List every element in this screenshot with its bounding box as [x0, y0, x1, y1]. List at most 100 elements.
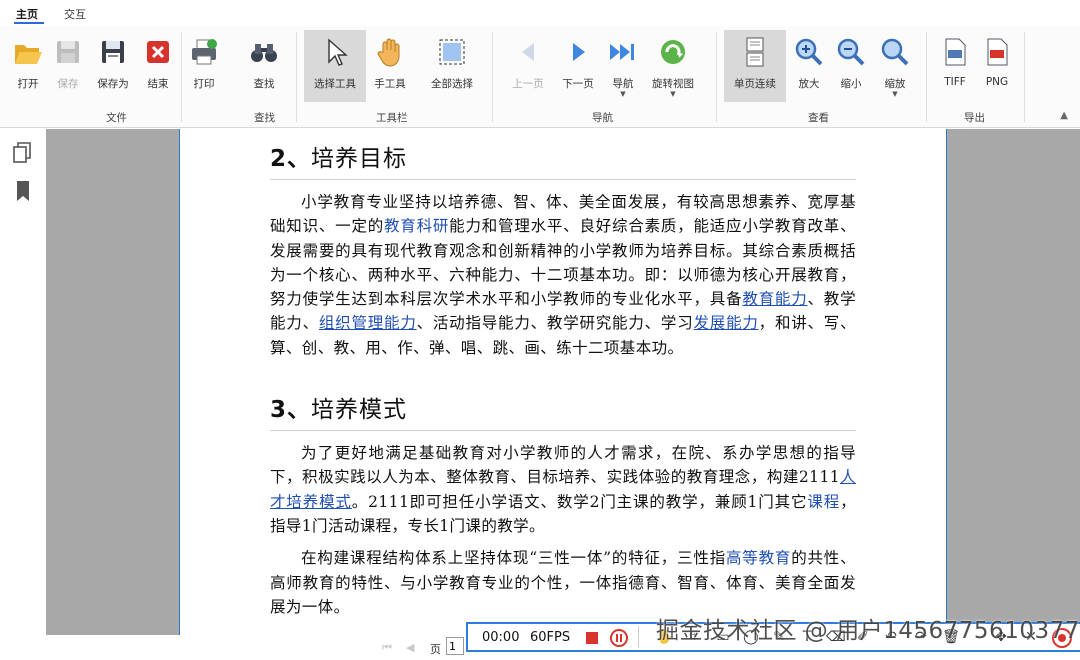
export-png-button[interactable]: PNG: [974, 30, 1020, 102]
dropdown-arrow-icon: ▼: [620, 90, 626, 98]
stop-recording-icon[interactable]: [586, 632, 598, 644]
active-tab-indicator: [14, 22, 44, 24]
ribbon-tabs: 主页 交互: [0, 0, 1080, 26]
group-label-file: 文件: [106, 112, 127, 124]
close-doc-label: 结束: [147, 78, 169, 90]
divider: [716, 32, 717, 122]
export-png-label: PNG: [985, 76, 1009, 88]
link-education-research[interactable]: 教育科研: [384, 217, 449, 235]
document-page: 2、培养目标 小学教育专业坚持以培养德、智、体、美全面发展，有较高思想素养、宽厚…: [179, 129, 947, 635]
zoom-button[interactable]: 缩放 ▼: [872, 30, 918, 102]
link-organization-management[interactable]: 组织管理能力: [319, 314, 417, 332]
heading-number: 3、: [270, 397, 312, 424]
page-number-input[interactable]: [446, 637, 464, 655]
binoculars-icon: [251, 44, 277, 62]
select-tool-label: 选择工具: [314, 78, 356, 90]
page-content: 2、培养目标 小学教育专业坚持以培养德、智、体、美全面发展，有较高思想素养、宽厚…: [270, 139, 856, 619]
close-icon: [147, 41, 169, 63]
group-label-find: 查找: [254, 112, 275, 124]
heading-text: 培养模式: [311, 397, 408, 424]
zoom-in-label: 放大: [798, 78, 820, 90]
tab-home[interactable]: 主页: [16, 6, 38, 22]
print-button[interactable]: 打印: [178, 30, 230, 102]
hand-tool-button[interactable]: 手工具: [364, 30, 416, 102]
paragraph-model: 为了更好地满足基础教育对小学教师的人才需求，在院、系办学思想的指导下，积极实践以…: [270, 441, 856, 538]
printer-icon: [192, 39, 217, 65]
link-education-ability[interactable]: 教育能力: [742, 290, 807, 308]
paragraph-goal: 小学教育专业坚持以培养德、智、体、美全面发展，有较高思想素养、宽厚基础知识、一定…: [270, 190, 856, 360]
pause-recording-icon[interactable]: [610, 629, 628, 647]
divider: [926, 32, 927, 122]
hand-icon: [377, 38, 400, 67]
document-viewport[interactable]: 2、培养目标 小学教育专业坚持以培养德、智、体、美全面发展，有较高思想素养、宽厚…: [46, 129, 1080, 635]
select-all-button[interactable]: 全部选择: [426, 30, 478, 102]
collapse-ribbon-chevron-icon[interactable]: ▲: [1060, 110, 1068, 121]
text-run: 、活动指导能力、教学研究能力、学习: [416, 314, 694, 333]
select-all-icon: [439, 39, 465, 65]
side-panel: [0, 129, 46, 660]
prev-page-button[interactable]: 上一页: [502, 30, 554, 102]
divider: [1024, 32, 1025, 122]
zoom-label: 缩放: [884, 78, 906, 90]
open-folder-icon: [15, 45, 42, 64]
single-page-continuous-button[interactable]: 单页连续: [724, 30, 786, 102]
text-run: 在构建课程结构体系上坚持体现“三性一体”的特征，三性指: [301, 549, 726, 568]
section-heading-3: 3、培养模式: [270, 390, 856, 432]
close-doc-button[interactable]: 结束: [132, 30, 184, 102]
first-page-icon[interactable]: ⏮: [382, 641, 392, 655]
zoom-out-button[interactable]: 缩小: [828, 30, 874, 102]
recording-time: 00:00: [482, 630, 520, 645]
png-file-icon: [987, 38, 1008, 66]
tiff-file-icon: [945, 38, 966, 66]
tab-interact[interactable]: 交互: [64, 6, 86, 22]
select-all-label: 全部选择: [431, 78, 473, 90]
navigate-button[interactable]: 导航 ▼: [597, 30, 649, 102]
link-development-ability[interactable]: 发展能力: [694, 314, 759, 332]
text-run: 为了更好地满足基础教育对小学教师的人才需求，在院、系办学思想的指导下，积极实践以…: [270, 444, 856, 487]
save-disk-icon: [57, 41, 79, 63]
save-as-disk-icon: [102, 41, 124, 63]
divider: [296, 32, 297, 122]
magnifier-icon: [881, 38, 909, 66]
pages-continuous-icon: [746, 37, 764, 67]
dropdown-arrow-icon: ▼: [670, 90, 676, 98]
print-label: 打印: [193, 78, 215, 90]
find-button[interactable]: 查找: [238, 30, 290, 102]
triangle-left-icon: [522, 43, 534, 61]
zoom-out-label: 缩小: [840, 78, 862, 90]
navigate-label: 导航: [612, 78, 634, 90]
single-page-continuous-label: 单页连续: [734, 78, 776, 90]
cursor-arrow-icon: [328, 38, 348, 66]
select-tool-button[interactable]: 选择工具: [304, 30, 366, 102]
paragraph-curriculum: 在构建课程结构体系上坚持体现“三性一体”的特征，三性指高等教育的共性、高师教育的…: [270, 546, 856, 619]
page-label: 页: [430, 643, 441, 656]
rotate-view-button[interactable]: 旋转视图 ▼: [646, 30, 700, 102]
divider: [492, 32, 493, 122]
export-tiff-label: TIFF: [944, 76, 966, 88]
watermark-text: 掘金技术社区 @ 用户1456775610377: [656, 618, 1080, 644]
prev-page-label: 上一页: [512, 78, 544, 90]
recording-fps: 60FPS: [530, 630, 571, 645]
heading-text: 培养目标: [311, 146, 408, 172]
rotate-view-label: 旋转视图: [652, 78, 694, 90]
link-higher-education[interactable]: 高等教育: [726, 549, 791, 567]
rotate-icon: [661, 40, 685, 64]
bookmark-icon[interactable]: [12, 179, 34, 203]
section-heading-2: 2、培养目标: [270, 139, 856, 180]
heading-number: 2、: [270, 146, 312, 172]
hand-tool-label: 手工具: [374, 78, 406, 90]
divider: [638, 626, 639, 648]
pages-thumbnail-icon[interactable]: [12, 141, 34, 165]
zoom-in-icon: [795, 38, 823, 66]
export-tiff-button[interactable]: TIFF: [932, 30, 978, 102]
link-course[interactable]: 课程: [807, 493, 840, 511]
zoom-in-button[interactable]: 放大: [786, 30, 832, 102]
zoom-out-icon: [837, 38, 865, 66]
group-label-export: 导出: [964, 112, 985, 124]
fast-forward-icon: [610, 44, 634, 60]
group-label-nav: 导航: [592, 112, 613, 124]
prev-page-icon[interactable]: ◀: [406, 641, 414, 654]
triangle-right-icon: [573, 43, 585, 61]
group-label-toolbar: 工具栏: [376, 112, 408, 124]
text-run: 。2111即可担任小学语文、数学2门主课的教学，兼顾1门其它: [351, 492, 808, 511]
